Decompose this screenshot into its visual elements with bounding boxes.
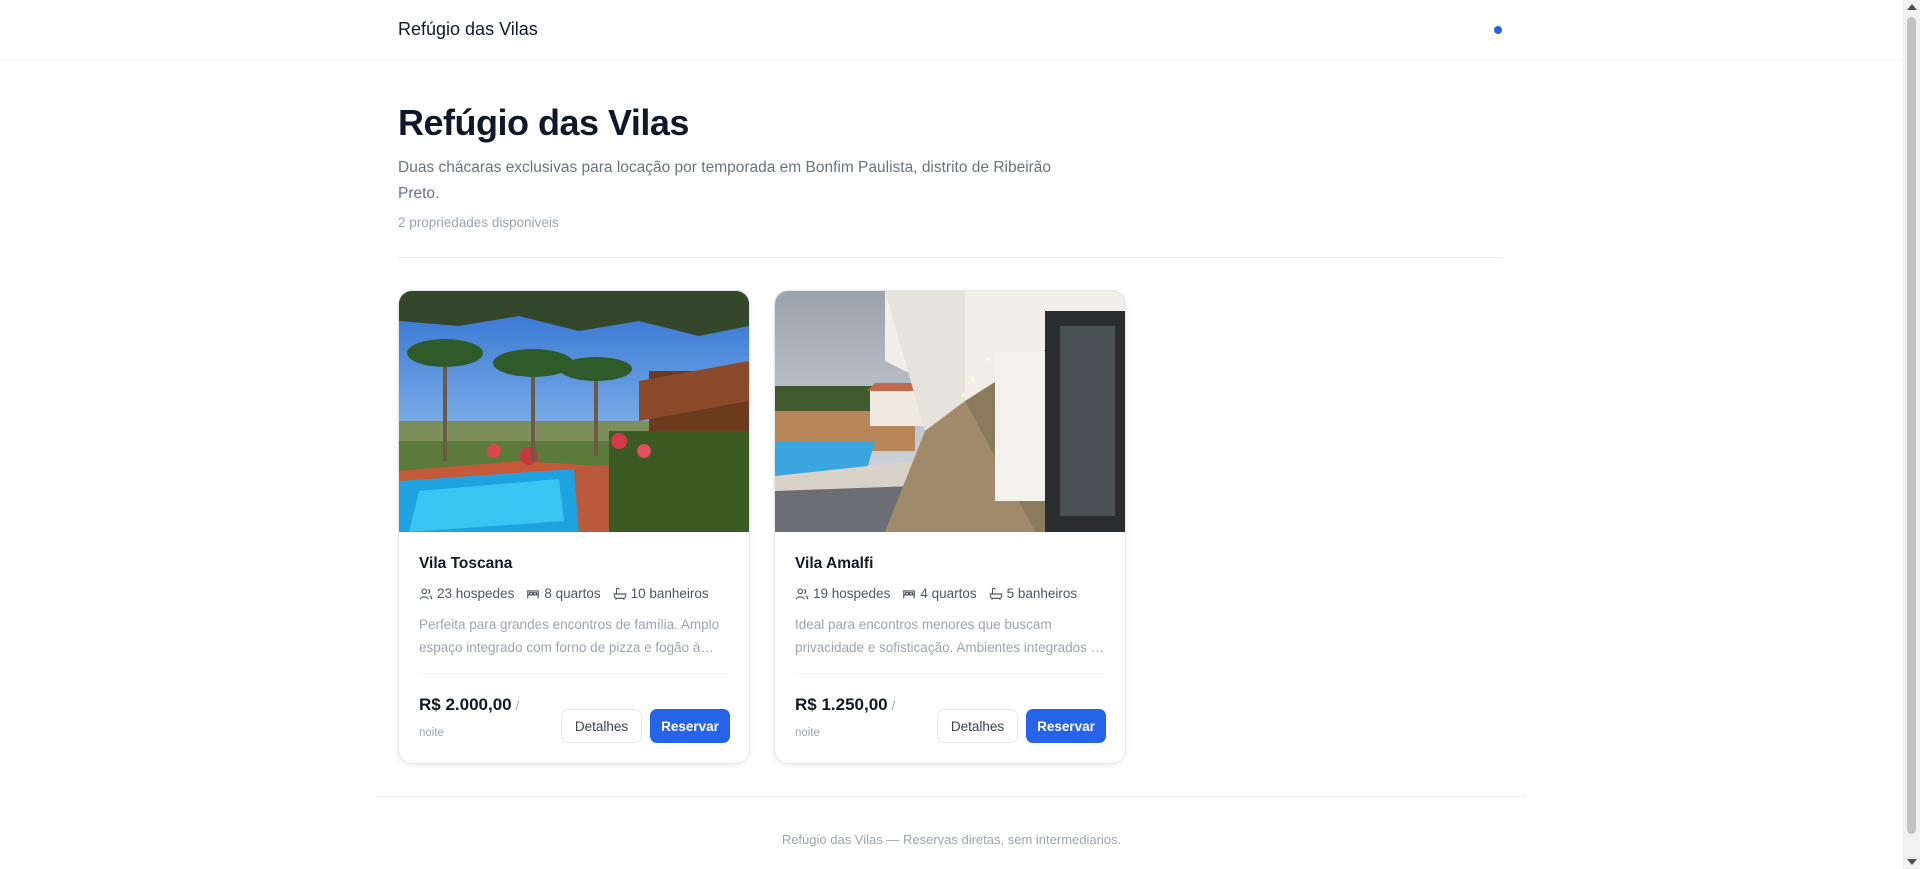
- hero-divider: [398, 257, 1503, 258]
- guests-feature: 23 hospedes: [419, 586, 514, 601]
- bathrooms-feature: 10 banheiros: [613, 586, 709, 601]
- bath-icon: [613, 587, 626, 600]
- bed-icon: [527, 589, 540, 598]
- property-features: 23 hospedes 8 quartos 10 banheiros: [419, 586, 709, 601]
- price: R$ 1.250,00/: [795, 695, 895, 715]
- reserve-button[interactable]: Reservar: [1026, 709, 1106, 743]
- guests-text: 23 hospedes: [437, 586, 515, 601]
- bathrooms-text: 5 banheiros: [1006, 586, 1078, 601]
- details-button[interactable]: Detalhes: [561, 709, 642, 743]
- rooms-feature: 8 quartos: [526, 586, 601, 601]
- property-photo-corridor-pool[interactable]: [775, 291, 1125, 532]
- property-description: Perfeita para grandes encontros de famíl…: [419, 613, 733, 659]
- card-divider: [419, 673, 729, 674]
- rooms-feature: 4 quartos: [902, 586, 977, 601]
- property-photo-pool-palms[interactable]: [399, 291, 749, 532]
- scroll-up-icon[interactable]: [1907, 4, 1917, 10]
- bed-icon: [903, 589, 916, 598]
- reserve-button[interactable]: Reservar: [650, 709, 730, 743]
- property-card-vila-toscana[interactable]: Vila Toscana 23 hospedes 8 quartos 10 ba…: [398, 290, 750, 764]
- property-description-text: Ideal para encontros menores que buscam …: [795, 617, 1099, 655]
- page-scrollbar[interactable]: [1903, 0, 1920, 869]
- footer-text: Refúgio das Vilas — Reservas diretas, se…: [781, 832, 1122, 847]
- property-description-text: Perfeita para grandes encontros de famíl…: [419, 617, 720, 655]
- price-amount: R$ 2.000,00: [419, 695, 512, 714]
- status-dot: [1494, 26, 1502, 34]
- property-features: 19 hospedes 4 quartos 5 banheiros: [795, 586, 1077, 601]
- bath-icon: [989, 587, 1002, 600]
- price: R$ 2.000,00/: [419, 695, 519, 715]
- brand-link[interactable]: Refúgio das Vilas: [398, 19, 538, 40]
- price-unit: noite: [795, 727, 820, 739]
- property-count: 2 propriedades disponiveis: [398, 215, 559, 230]
- bathrooms-feature: 5 banheiros: [989, 586, 1078, 601]
- scroll-down-icon[interactable]: [1907, 859, 1917, 865]
- property-name: Vila Amalfi: [795, 555, 874, 572]
- users-icon: [419, 588, 433, 599]
- bathrooms-text: 10 banheiros: [630, 586, 709, 601]
- card-divider: [795, 673, 1105, 674]
- property-name: Vila Toscana: [419, 555, 513, 572]
- price-unit: noite: [419, 727, 444, 739]
- footer-divider: [376, 796, 1526, 797]
- price-amount: R$ 1.250,00: [795, 695, 888, 714]
- price-slash: /: [891, 698, 896, 713]
- guests-feature: 19 hospedes: [795, 586, 890, 601]
- rooms-text: 4 quartos: [920, 586, 977, 601]
- users-icon: [795, 588, 809, 599]
- price-slash: /: [515, 698, 520, 713]
- scrollbar-thumb[interactable]: [1907, 17, 1916, 834]
- guests-text: 19 hospedes: [813, 586, 891, 601]
- property-description: Ideal para encontros menores que buscam …: [795, 613, 1109, 659]
- page-title: Refúgio das Vilas: [398, 102, 689, 143]
- property-card-vila-amalfi[interactable]: Vila Amalfi 19 hospedes 4 quartos 5 banh…: [774, 290, 1126, 764]
- details-button[interactable]: Detalhes: [937, 709, 1018, 743]
- page-subtitle: Duas chácaras exclusivas para locação po…: [398, 159, 1052, 202]
- rooms-text: 8 quartos: [544, 586, 601, 601]
- top-navbar: Refúgio das Vilas: [0, 0, 1903, 61]
